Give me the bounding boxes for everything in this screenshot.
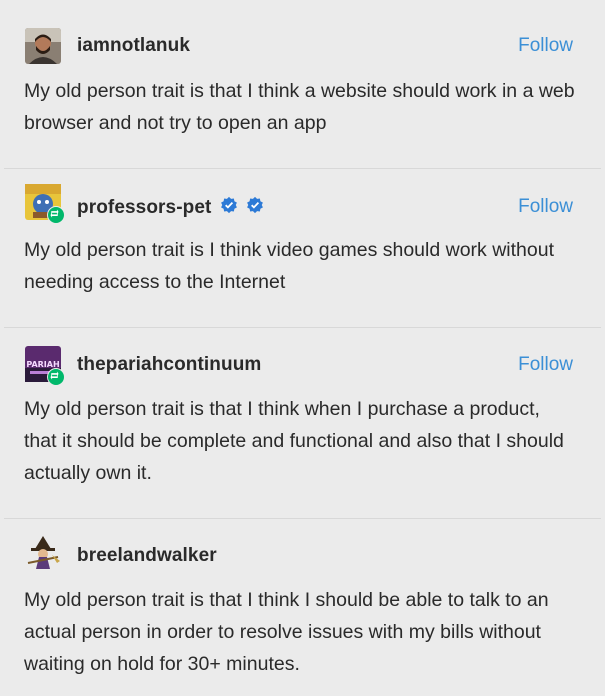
- username-text[interactable]: professors-pet: [77, 197, 211, 218]
- post-breelandwalker: breelandwalker My old person trait is th…: [0, 519, 605, 696]
- follow-button[interactable]: Follow: [518, 196, 573, 218]
- avatar-witch-icon: [25, 533, 61, 569]
- post-thepariahcontinuum: PARIAH thepariahcontinuum Follow My old …: [0, 328, 605, 518]
- follow-button[interactable]: Follow: [518, 35, 573, 57]
- post-professors-pet: professors-pet Follow My old person trai…: [0, 169, 605, 327]
- follow-button[interactable]: Follow: [518, 354, 573, 376]
- username[interactable]: iamnotlanuk: [77, 35, 190, 57]
- avatar[interactable]: [25, 533, 61, 569]
- post-iamnotlanuk: iamnotlanuk Follow My old person trait i…: [0, 0, 605, 165]
- username[interactable]: professors-pet: [77, 196, 264, 220]
- post-text: My old person trait is that I think a we…: [24, 80, 575, 134]
- avatar[interactable]: [25, 28, 61, 64]
- reblog-badge-icon: [47, 368, 65, 386]
- avatar[interactable]: PARIAH: [25, 346, 65, 386]
- username[interactable]: breelandwalker: [77, 545, 217, 567]
- username[interactable]: thepariahcontinuum: [77, 354, 261, 376]
- verified-badge-icon: [246, 196, 264, 220]
- reblog-badge-icon: [47, 206, 65, 224]
- post-text: My old person trait is that I think I sh…: [24, 589, 549, 675]
- post-text: My old person trait is I think video gam…: [24, 239, 554, 293]
- post-text: My old person trait is that I think when…: [24, 398, 564, 484]
- avatar-photo-icon: [25, 28, 61, 64]
- verified-badge-icon: [220, 196, 238, 220]
- avatar[interactable]: [25, 184, 65, 224]
